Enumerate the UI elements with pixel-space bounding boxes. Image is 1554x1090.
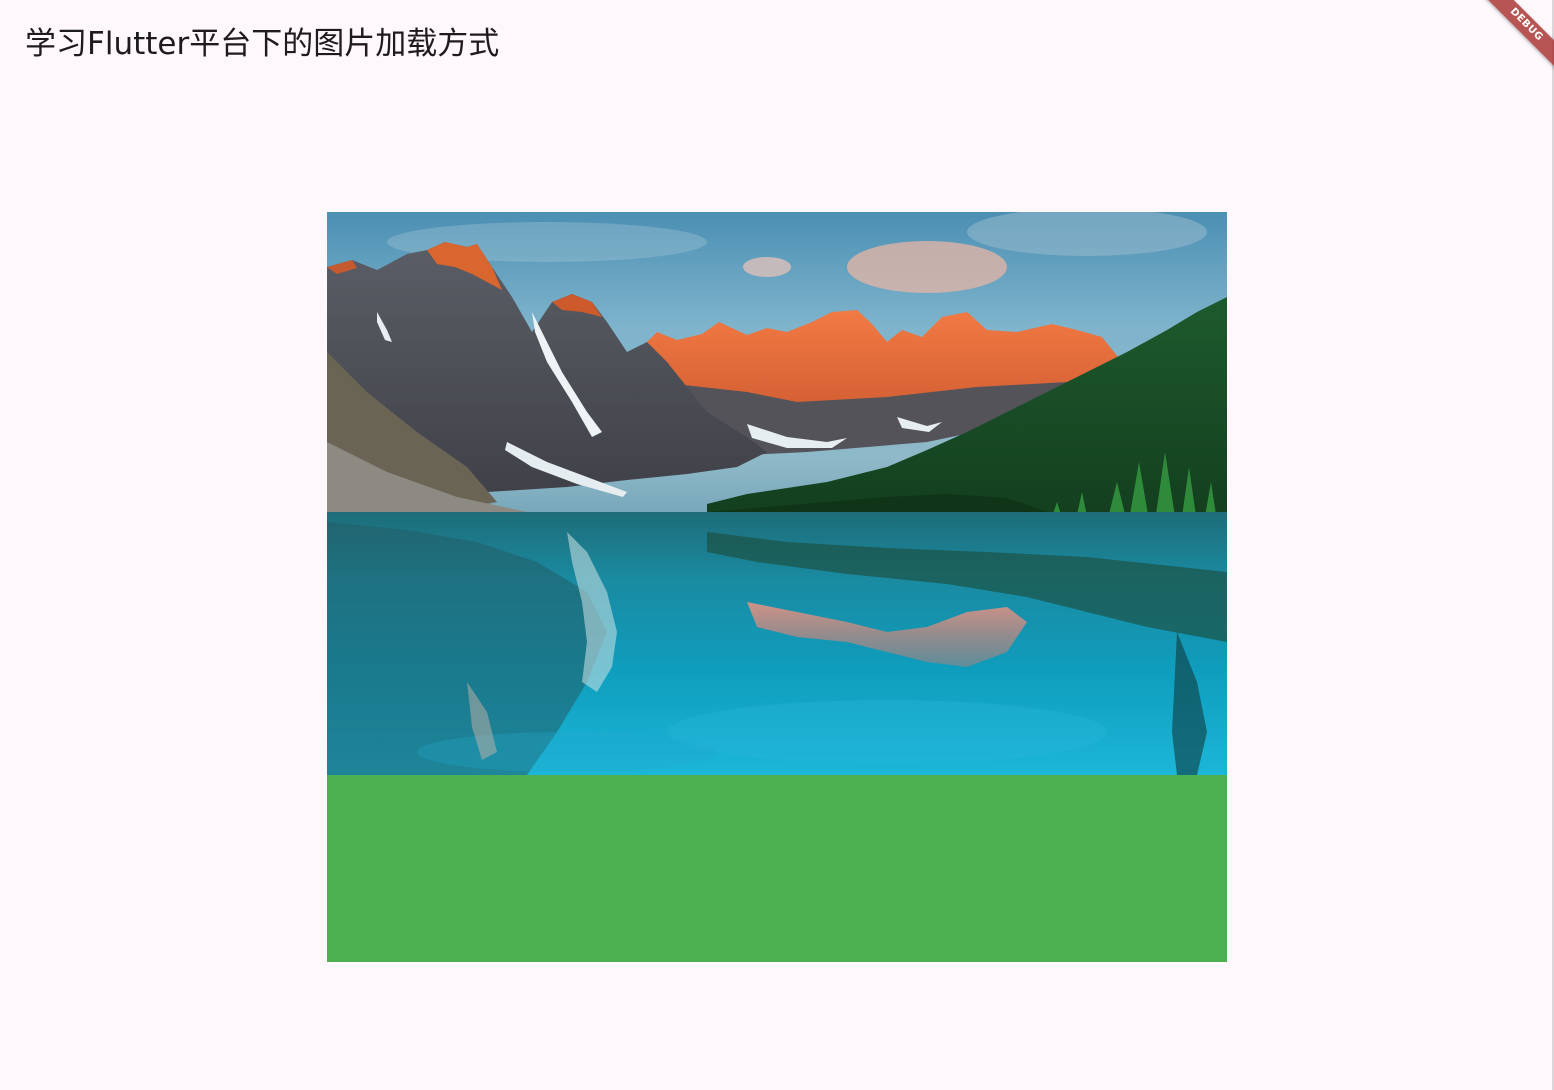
landscape-image [327,212,1227,775]
page-title: 学习Flutter平台下的图片加载方式 [25,26,500,62]
image-container [327,212,1227,962]
app-bar: 学习Flutter平台下的图片加载方式 [0,0,1552,88]
